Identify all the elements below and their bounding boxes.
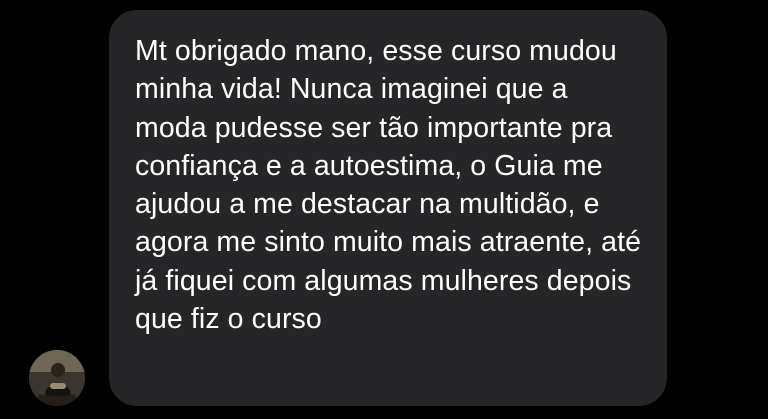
message-bubble[interactable]: Mt obrigado mano, esse curso mudou minha… [109, 10, 667, 406]
message-text: Mt obrigado mano, esse curso mudou minha… [135, 35, 642, 336]
user-avatar-icon [29, 350, 85, 406]
chat-thread: Mt obrigado mano, esse curso mudou minha… [0, 0, 768, 419]
sender-avatar[interactable] [29, 350, 85, 406]
